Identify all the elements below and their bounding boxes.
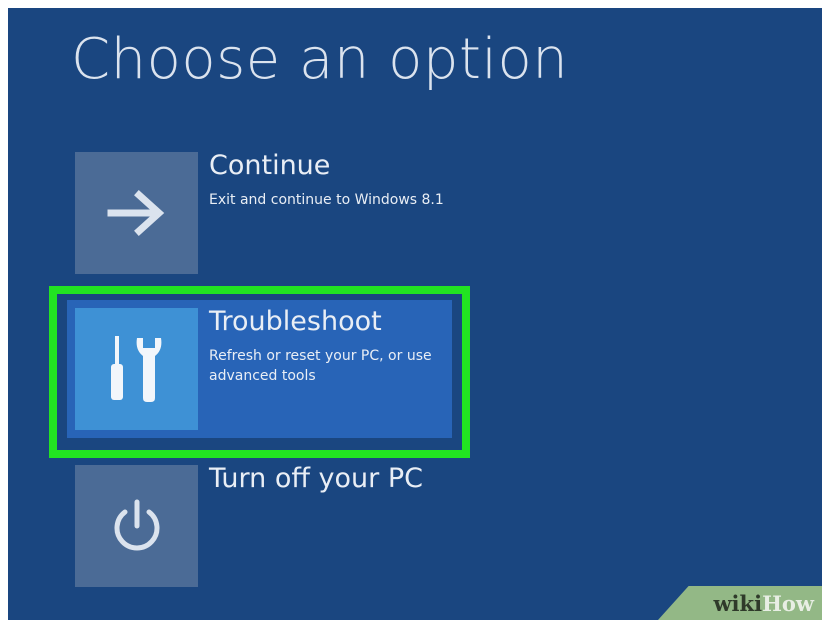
turn-off-tile[interactable] xyxy=(75,465,198,587)
watermark-how: How xyxy=(762,590,814,616)
page-title: Choose an option xyxy=(71,27,569,92)
power-icon xyxy=(114,499,159,551)
watermark-wiki: wiki xyxy=(713,590,763,616)
continue-description: Exit and continue to Windows 8.1 xyxy=(209,192,444,208)
turn-off-option[interactable]: Turn off your PC xyxy=(75,463,447,587)
recovery-screen: Choose an option Continue Exit and conti… xyxy=(8,8,822,620)
highlight-box xyxy=(49,286,470,458)
wikihow-watermark: wiki How xyxy=(658,586,822,620)
arrow-right-icon xyxy=(107,190,164,236)
continue-label: Continue xyxy=(209,150,331,181)
continue-option[interactable]: Continue Exit and continue to Windows 8.… xyxy=(75,150,447,274)
continue-tile[interactable] xyxy=(75,152,198,274)
turn-off-label: Turn off your PC xyxy=(209,463,423,494)
